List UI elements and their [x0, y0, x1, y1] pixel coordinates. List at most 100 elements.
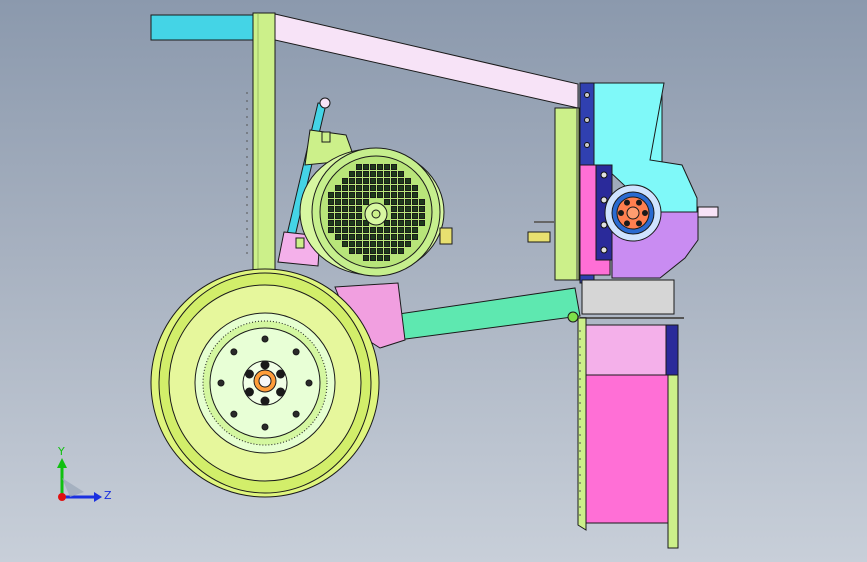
grille-hole [377, 171, 383, 177]
grille-hole [377, 241, 383, 247]
grille-hole [342, 192, 348, 198]
grille-hole [419, 199, 425, 205]
grille-hole [398, 185, 404, 191]
z-axis-label: Z [104, 489, 112, 502]
hub-axle [258, 374, 272, 388]
grille-hole [412, 199, 418, 205]
grille-hole [349, 171, 355, 177]
grille-hole [398, 213, 404, 219]
grille-hole [419, 213, 425, 219]
grille-hole [349, 241, 355, 247]
grille-hole [356, 171, 362, 177]
grille-hole [335, 206, 341, 212]
grille-hole [405, 220, 411, 226]
grille-hole [356, 178, 362, 184]
top-cyan-bar [150, 14, 255, 41]
rim-bolt [261, 335, 269, 343]
grille-hole [335, 213, 341, 219]
lug-bolt [260, 360, 270, 370]
grille-hole [412, 227, 418, 233]
chute-light-pink [583, 324, 667, 376]
grille-hole [335, 234, 341, 240]
grille-hole [342, 227, 348, 233]
grille-hole [363, 241, 369, 247]
flange-bolt [584, 142, 590, 148]
grille-hole [384, 178, 390, 184]
lug-bolt [276, 369, 286, 379]
grille-hole [363, 185, 369, 191]
rotor-bolt [624, 220, 630, 227]
cad-viewport[interactable]: Y Z [0, 0, 867, 562]
grille-hole [349, 227, 355, 233]
grille-hole [363, 178, 369, 184]
grille-hole [349, 199, 355, 205]
grille-hole [335, 192, 341, 198]
bearing-bolt [600, 171, 608, 179]
grille-hole [391, 199, 397, 205]
grille-hole [363, 164, 369, 170]
grille-hole [370, 234, 376, 240]
grille-hole [398, 234, 404, 240]
rotor-bolt [642, 210, 648, 216]
grille-hole [356, 192, 362, 198]
grille-hole [405, 234, 411, 240]
grille-hole [356, 185, 362, 191]
rim-bolt [217, 379, 225, 387]
grille-hole [412, 220, 418, 226]
grille-hole [335, 227, 341, 233]
grille-hole [370, 255, 376, 261]
grille-hole [391, 234, 397, 240]
grille-hole [328, 213, 334, 219]
rim-bolt [230, 348, 238, 356]
lug-bolt [244, 387, 254, 397]
grille-hole [405, 206, 411, 212]
rail-top-bolt [319, 97, 331, 109]
grille-hole [405, 199, 411, 205]
grille-hole [384, 199, 390, 205]
rotor-bolt [636, 220, 642, 227]
grille-hole [377, 178, 383, 184]
grille-hole [398, 220, 404, 226]
grille-hole [391, 178, 397, 184]
y-axis-arrow [57, 458, 67, 468]
grille-hole [342, 213, 348, 219]
grille-hole [412, 206, 418, 212]
grille-hole [356, 213, 362, 219]
grille-hole [363, 234, 369, 240]
grille-hole [342, 234, 348, 240]
grille-hole [342, 220, 348, 226]
grille-hole [419, 220, 425, 226]
lug-bolt [260, 396, 270, 406]
grille-hole [370, 227, 376, 233]
grille-hole [377, 185, 383, 191]
grille-hole [398, 192, 404, 198]
beam-pivot [567, 311, 579, 323]
grille-hole [370, 192, 376, 198]
grille-hole [363, 255, 369, 261]
grille-hole [384, 220, 390, 226]
lug-bolt [276, 387, 286, 397]
grille-hole [412, 185, 418, 191]
rim-bolt [305, 379, 313, 387]
grille-hole [328, 227, 334, 233]
grille-hole [349, 248, 355, 254]
grille-hole [384, 255, 390, 261]
grille-hole [405, 178, 411, 184]
grille-hole [363, 199, 369, 205]
rotor-hub-center [626, 206, 640, 220]
z-axis-arrow [94, 492, 102, 502]
rim-bolt [292, 410, 300, 418]
grille-hole [391, 164, 397, 170]
grille-hole [356, 227, 362, 233]
grille-hole [328, 206, 334, 212]
grille-hole [363, 248, 369, 254]
grille-hole [356, 220, 362, 226]
grille-hole [342, 185, 348, 191]
grille-hole [342, 206, 348, 212]
diagonal-beam [274, 13, 579, 109]
side-bolt [697, 206, 719, 218]
adjust-bolt [527, 231, 551, 243]
grille-hole [419, 206, 425, 212]
grille-hole [356, 241, 362, 247]
flange-bolt [584, 117, 590, 123]
